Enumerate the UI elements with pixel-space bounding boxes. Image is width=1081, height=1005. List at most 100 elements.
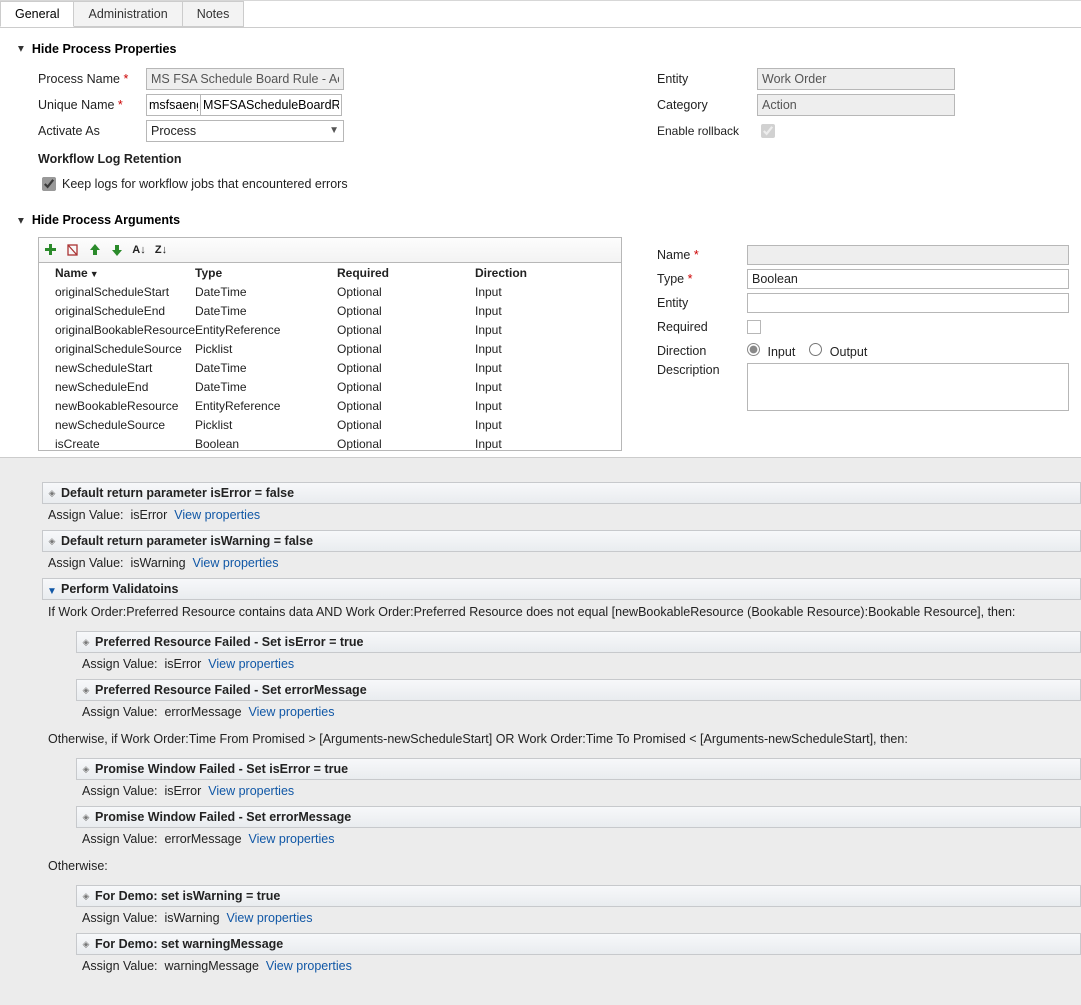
view-properties-link[interactable]: View properties: [249, 705, 335, 719]
delete-icon[interactable]: [65, 242, 81, 258]
unique-name-input[interactable]: [201, 94, 342, 116]
tab-general[interactable]: General: [0, 1, 74, 27]
move-down-icon[interactable]: [109, 242, 125, 258]
arg-type: EntityReference: [195, 399, 337, 413]
arg-type: DateTime: [195, 361, 337, 375]
col-name[interactable]: Name▼: [47, 266, 195, 280]
arg-entity-select[interactable]: [747, 293, 1069, 313]
table-row[interactable]: isCreateBooleanOptionalInput: [39, 434, 621, 450]
table-row[interactable]: originalBookableResourceEntityReferenceO…: [39, 320, 621, 339]
arg-direction: Input: [475, 361, 613, 375]
label-rollback: Enable rollback: [657, 124, 757, 138]
caret-down-icon: ▲: [16, 215, 26, 226]
label-unique-name: Unique Name *: [38, 98, 146, 112]
step-head[interactable]: ◈For Demo: set warningMessage: [76, 933, 1081, 955]
step-head[interactable]: ◈Default return parameter isError = fals…: [42, 482, 1081, 504]
entity-input[interactable]: [757, 68, 955, 90]
table-row[interactable]: newScheduleStartDateTimeOptionalInput: [39, 358, 621, 377]
arg-direction-output-radio[interactable]: Output: [809, 343, 867, 359]
table-row[interactable]: originalScheduleSourcePicklistOptionalIn…: [39, 339, 621, 358]
view-properties-link[interactable]: View properties: [208, 657, 294, 671]
wf-log-checkbox-input[interactable]: [42, 177, 56, 191]
step-head[interactable]: ◈Promise Window Failed - Set errorMessag…: [76, 806, 1081, 828]
unique-name-prefix[interactable]: [146, 94, 201, 116]
bullet-icon: ◈: [81, 637, 91, 648]
bullet-icon: ◈: [81, 685, 91, 696]
table-row[interactable]: newScheduleSourcePicklistOptionalInput: [39, 415, 621, 434]
arg-direction: Input: [475, 304, 613, 318]
caret-down-icon: ▲: [16, 43, 26, 54]
rollback-checkbox[interactable]: [761, 124, 775, 138]
wf-log-checkbox-label: Keep logs for workflow jobs that encount…: [62, 177, 348, 191]
arg-name: originalScheduleStart: [47, 285, 195, 299]
table-row[interactable]: originalScheduleEndDateTimeOptionalInput: [39, 301, 621, 320]
arg-name: originalBookableResource: [47, 323, 195, 337]
arg-type: DateTime: [195, 304, 337, 318]
step-head[interactable]: ◈Preferred Resource Failed - Set errorMe…: [76, 679, 1081, 701]
arg-direction: Input: [475, 285, 613, 299]
sort-desc-icon[interactable]: Z↓: [153, 242, 169, 258]
sort-asc-icon[interactable]: A↓: [131, 242, 147, 258]
arg-name: originalScheduleSource: [47, 342, 195, 356]
step-head[interactable]: ◈Default return parameter isWarning = fa…: [42, 530, 1081, 552]
arg-type: Picklist: [195, 418, 337, 432]
view-properties-link[interactable]: View properties: [208, 784, 294, 798]
view-properties-link[interactable]: View properties: [227, 911, 313, 925]
view-properties-link[interactable]: View properties: [266, 959, 352, 973]
arg-type-select[interactable]: Boolean: [747, 269, 1069, 289]
arg-name: newScheduleSource: [47, 418, 195, 432]
tab-notes[interactable]: Notes: [182, 1, 245, 27]
arg-name-input[interactable]: [747, 245, 1069, 265]
step-line: Assign Value: errorMessage View properti…: [76, 831, 1081, 854]
bullet-icon: ◈: [81, 891, 91, 902]
label-entity: Entity: [657, 72, 757, 86]
step-line: Assign Value: isError View properties: [76, 656, 1081, 679]
activate-as-select[interactable]: Process ▼: [146, 120, 344, 142]
category-input[interactable]: [757, 94, 955, 116]
table-row[interactable]: originalScheduleStartDateTimeOptionalInp…: [39, 282, 621, 301]
label-process-name: Process Name *: [38, 72, 146, 86]
arg-type: EntityReference: [195, 323, 337, 337]
arg-direction: Input: [475, 399, 613, 413]
col-type[interactable]: Type: [195, 266, 337, 280]
step-head[interactable]: ◈Preferred Resource Failed - Set isError…: [76, 631, 1081, 653]
bullet-icon: ◈: [47, 536, 57, 547]
arg-required: Optional: [337, 380, 475, 394]
arg-required: Optional: [337, 323, 475, 337]
arg-required: Optional: [337, 437, 475, 451]
args-body[interactable]: originalScheduleStartDateTimeOptionalInp…: [39, 282, 621, 450]
toggle-process-arguments[interactable]: ▲ Hide Process Arguments: [16, 213, 180, 227]
condition-text: Otherwise, if Work Order:Time From Promi…: [42, 731, 1081, 754]
arg-direction: Input: [475, 342, 613, 356]
step-line: Assign Value: isError View properties: [42, 507, 1081, 530]
step-head[interactable]: ◈Promise Window Failed - Set isError = t…: [76, 758, 1081, 780]
toggle-process-properties[interactable]: ▲ Hide Process Properties: [16, 42, 176, 56]
arg-direction: Input: [475, 437, 613, 451]
step-head[interactable]: ◈For Demo: set isWarning = true: [76, 885, 1081, 907]
table-row[interactable]: newBookableResourceEntityReferenceOption…: [39, 396, 621, 415]
process-name-input[interactable]: [146, 68, 344, 90]
arg-required-checkbox[interactable]: [747, 320, 761, 334]
arg-direction-input-radio[interactable]: Input: [747, 343, 795, 359]
args-table: Name▼ Type Required Direction originalSc…: [38, 263, 622, 451]
col-direction[interactable]: Direction: [475, 266, 613, 280]
arg-direction: Input: [475, 323, 613, 337]
step-head[interactable]: ▼Perform Validatoins: [42, 578, 1081, 600]
step-line: Assign Value: isWarning View properties: [76, 910, 1081, 933]
table-row[interactable]: newScheduleEndDateTimeOptionalInput: [39, 377, 621, 396]
args-toolbar: A↓ Z↓: [38, 237, 622, 263]
workflow-steps: ◈Default return parameter isError = fals…: [0, 457, 1081, 1005]
view-properties-link[interactable]: View properties: [249, 832, 335, 846]
add-icon[interactable]: [43, 242, 59, 258]
arg-description-area[interactable]: [747, 363, 1069, 411]
wf-log-checkbox[interactable]: Keep logs for workflow jobs that encount…: [38, 174, 348, 194]
step-line: Assign Value: errorMessage View properti…: [76, 704, 1081, 727]
move-up-icon[interactable]: [87, 242, 103, 258]
view-properties-link[interactable]: View properties: [174, 508, 260, 522]
tab-administration[interactable]: Administration: [73, 1, 182, 27]
arg-type: Boolean: [195, 437, 337, 451]
view-properties-link[interactable]: View properties: [193, 556, 279, 570]
label-arg-name: Name *: [657, 248, 747, 262]
col-required[interactable]: Required: [337, 266, 475, 280]
process-arguments-toggle-label: Hide Process Arguments: [32, 213, 180, 227]
